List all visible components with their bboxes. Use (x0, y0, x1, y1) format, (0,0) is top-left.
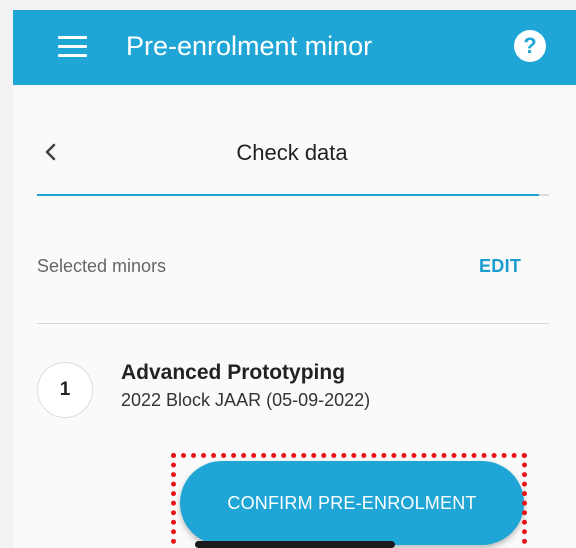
minor-name: Advanced Prototyping (121, 361, 346, 384)
minor-priority-badge: 1 (37, 362, 93, 418)
step-title: Check data (236, 140, 348, 165)
menu-icon[interactable] (58, 36, 88, 58)
gesture-navigation-bar[interactable] (195, 541, 395, 548)
app-bar: Pre-enrolment minor ? (13, 10, 576, 85)
step-progress-fill (37, 194, 539, 196)
highlight-box (171, 453, 527, 548)
app-title: Pre-enrolment minor (126, 31, 373, 61)
edit-minors-button[interactable]: EDIT (479, 254, 521, 278)
selected-minors-label: Selected minors (37, 256, 167, 276)
step-progress-bar (37, 194, 549, 196)
divider (37, 323, 549, 324)
minor-block: 2022 Block JAAR (05-09-2022) (121, 390, 371, 410)
pre-enrolment-screen: Pre-enrolment minor ? Check data Selecte… (13, 10, 576, 548)
help-icon[interactable]: ? (514, 30, 546, 62)
